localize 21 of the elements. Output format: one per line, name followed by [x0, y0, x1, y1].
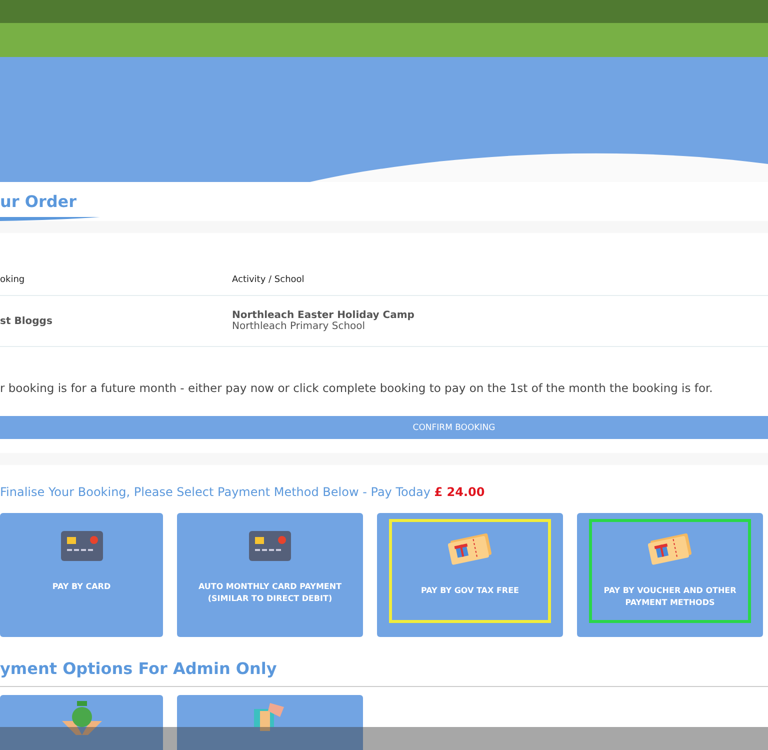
payment-method-button[interactable]: AUTO MONTHLY CARD PAYMENT (SIMILAR TO DIRECT DEBIT) — [177, 513, 363, 637]
section-title: ur Order — [0, 191, 78, 213]
payment-method-button[interactable]: PAY BY CARD — [0, 513, 163, 637]
admin-payment-button[interactable] — [177, 695, 363, 750]
credit-card-icon — [60, 531, 102, 561]
confirm-booking-button[interactable]: CONFIRM BOOKING — [0, 416, 768, 439]
gift-voucher-icon — [448, 531, 492, 565]
school-name: Northleach Primary School — [232, 321, 366, 332]
credit-card-icon — [249, 531, 291, 561]
section-title: yment Options For Admin Only — [0, 659, 768, 687]
column-header: Activity / School — [232, 275, 306, 285]
admin-payment-button[interactable] — [0, 695, 163, 750]
column-header: oking — [0, 275, 26, 285]
notice-text: r booking is for a future month - either pay now or click complete booking to pay on the 1st of the month the booking is for. — [0, 380, 714, 397]
gift-voucher-icon — [648, 531, 692, 565]
amount-due: £ 24.00 — [434, 485, 485, 499]
payment-heading: Finalise Your Booking, Please Select Payment Method Below - Pay Today — [0, 485, 430, 499]
activity-name: Northleach Easter Holiday Camp — [232, 310, 416, 321]
payment-method-button[interactable]: PAY BY GOV TAX FREE — [377, 513, 563, 637]
table-cell-text: st Bloggs — [0, 316, 54, 326]
payment-method-button[interactable]: PAY BY VOUCHER AND OTHER PAYMENT METHODS — [577, 513, 763, 637]
